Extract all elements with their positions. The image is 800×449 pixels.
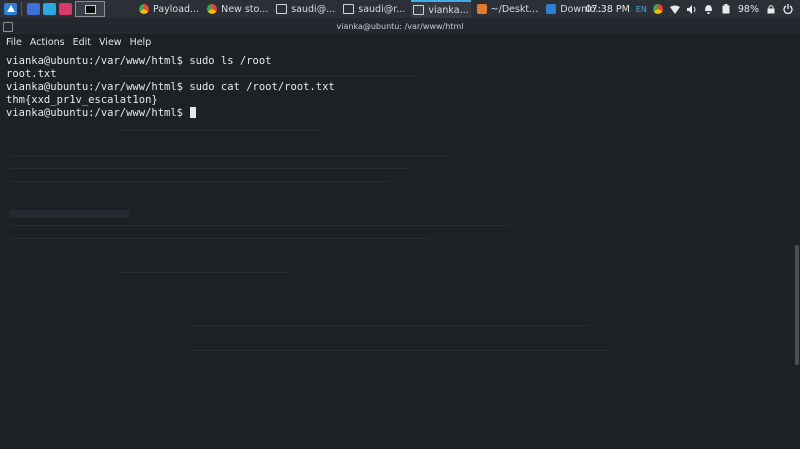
task-label: saudi@r... — [358, 3, 406, 15]
window-menu-icon[interactable] — [3, 22, 13, 32]
terminal-icon — [276, 4, 288, 14]
task-label: saudi@... — [291, 3, 336, 15]
chrome-tray-icon[interactable] — [652, 4, 663, 14]
terminal-prompt: vianka@ubuntu:/var/www/html$ — [6, 107, 190, 119]
language-indicator[interactable]: EN — [636, 5, 647, 14]
task-desktop-folder[interactable]: ~/Deskt... — [475, 0, 541, 18]
menu-file[interactable]: File — [6, 37, 22, 48]
terminal-line: vianka@ubuntu:/var/www/html$ sudo cat /r… — [6, 81, 335, 93]
menu-edit[interactable]: Edit — [73, 37, 91, 48]
terminal-line: root.txt — [6, 68, 57, 80]
window-titlebar[interactable]: vianka@ubuntu: /var/www/html — [0, 18, 800, 34]
browser-icon[interactable] — [59, 3, 72, 15]
task-label: vianka... — [428, 4, 469, 16]
task-label: New sto... — [221, 3, 269, 15]
terminal-icon — [413, 5, 425, 15]
menu-help[interactable]: Help — [130, 37, 152, 48]
files-icon[interactable] — [43, 3, 56, 15]
top-panel: Payload... New sto... saudi@... saudi@r.… — [0, 0, 800, 18]
menu-bar: File Actions Edit View Help — [0, 34, 800, 50]
task-saudi-2[interactable]: saudi@r... — [341, 0, 407, 18]
window-title: vianka@ubuntu: /var/www/html — [336, 21, 464, 31]
text-cursor — [190, 107, 197, 118]
separator — [21, 2, 22, 16]
power-icon[interactable] — [783, 4, 793, 14]
workspace-thumb — [84, 4, 96, 14]
terminal-line: vianka@ubuntu:/var/www/html$ sudo ls /ro… — [6, 55, 272, 67]
terminal-prompt-line: vianka@ubuntu:/var/www/html$ — [6, 107, 197, 120]
battery-icon[interactable] — [721, 4, 731, 14]
app-menu-icon[interactable] — [4, 3, 17, 15]
task-new-story[interactable]: New sto... — [205, 0, 270, 18]
task-label: Payload... — [153, 3, 200, 15]
task-list: Payload... New sto... saudi@... saudi@r.… — [137, 0, 610, 18]
chrome-icon — [139, 4, 149, 14]
workspace-switcher[interactable] — [75, 1, 105, 17]
terminal-icon — [343, 4, 355, 14]
folder-icon — [476, 4, 487, 14]
volume-icon[interactable] — [686, 4, 697, 14]
folder-icon — [546, 4, 557, 14]
task-payload[interactable]: Payload... — [137, 0, 201, 18]
bell-icon[interactable] — [704, 4, 714, 14]
task-vianka[interactable]: vianka... — [411, 0, 471, 18]
lock-icon[interactable] — [766, 4, 776, 14]
task-label: ~/Deskt... — [490, 3, 539, 15]
battery-percent: 98% — [737, 3, 759, 15]
terminal-area[interactable]: vianka@ubuntu:/var/www/html$ sudo ls /ro… — [0, 50, 790, 449]
scrollbar-thumb[interactable] — [795, 245, 799, 365]
clock[interactable]: 07:38 PM — [586, 4, 630, 15]
system-tray: 07:38 PM EN 98% — [586, 0, 800, 18]
chrome-icon — [207, 4, 218, 14]
desktop-icon[interactable] — [27, 3, 40, 15]
wifi-icon[interactable] — [669, 4, 680, 14]
menu-actions[interactable]: Actions — [30, 37, 65, 48]
terminal-line: thm{xxd_pr1v_escalat1on} — [6, 94, 158, 106]
menu-view[interactable]: View — [99, 37, 122, 48]
task-saudi-1[interactable]: saudi@... — [274, 0, 337, 18]
launchers — [0, 1, 105, 17]
